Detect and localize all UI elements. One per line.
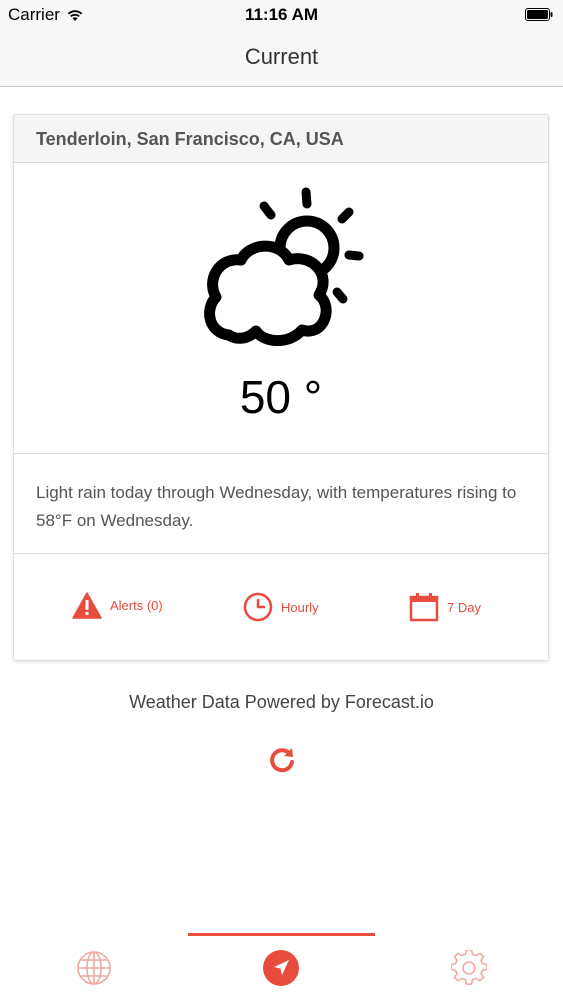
calendar-icon: [409, 593, 439, 622]
attribution-text: Weather Data Powered by Forecast.io: [129, 692, 434, 712]
battery-icon: [525, 8, 553, 21]
app-screen: Carrier 11:16 AM Current Tenderloin, San…: [0, 0, 563, 1000]
hourly-button[interactable]: Hourly: [243, 592, 319, 622]
seven-day-button[interactable]: 7 Day: [409, 592, 481, 622]
hourly-label: Hourly: [281, 599, 319, 615]
clock-icon: [243, 592, 273, 622]
card-actions: Alerts (0) Hourly 7 Day: [14, 554, 548, 660]
tab-bar: [0, 936, 563, 1000]
temperature-value: 50 °: [239, 371, 323, 423]
alerts-label: Alerts (0): [110, 598, 163, 613]
location-label: Tenderloin, San Francisco, CA, USA: [36, 129, 344, 149]
status-time: 11:16 AM: [244, 5, 319, 24]
globe-icon[interactable]: [76, 950, 112, 986]
card-header: Tenderloin, San Francisco, CA, USA: [14, 115, 548, 163]
navigation-bar: Current: [0, 30, 563, 87]
status-bar: Carrier 11:16 AM: [0, 0, 563, 30]
location-arrow-icon[interactable]: [263, 950, 299, 986]
alerts-button[interactable]: Alerts (0): [72, 592, 163, 619]
gear-icon[interactable]: [451, 950, 487, 986]
page-title: Current: [244, 44, 319, 69]
weather-card: Tenderloin, San Francisco, CA, USA 50 ° …: [13, 114, 549, 661]
refresh-icon[interactable]: [266, 744, 298, 776]
forecast-summary: Light rain today through Wednesday, with…: [36, 483, 517, 530]
seven-day-label: 7 Day: [447, 599, 481, 615]
partly-cloudy-icon: [204, 187, 364, 347]
divider: [14, 453, 548, 454]
warning-icon: [72, 592, 102, 619]
